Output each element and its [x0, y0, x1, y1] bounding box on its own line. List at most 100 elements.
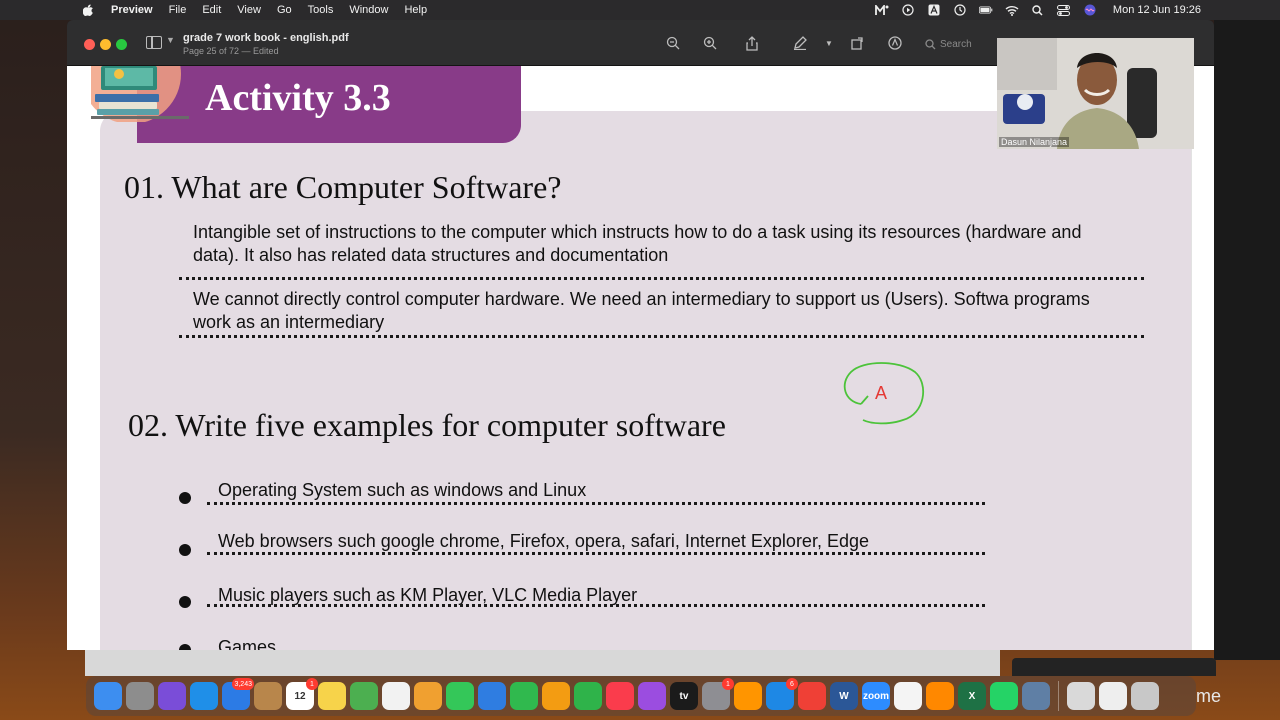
- dock: 3,243 12 1 tv 1 6 Wzoom X: [86, 676, 1196, 716]
- menu-go[interactable]: Go: [269, 0, 300, 20]
- menu-view[interactable]: View: [229, 0, 269, 20]
- search-icon: [925, 38, 936, 49]
- dock-app-screen-share-icon[interactable]: [1022, 682, 1050, 710]
- dock-app-reminders-icon[interactable]: [382, 682, 410, 710]
- dock-app-books-icon[interactable]: [734, 682, 762, 710]
- list-bullet: [179, 492, 191, 504]
- dock-app-zoom-icon[interactable]: zoom: [862, 682, 890, 710]
- menu-bar-clock[interactable]: Mon 12 Jun 19:26: [1113, 4, 1201, 16]
- activity-title: Activity 3.3: [205, 77, 391, 119]
- notification-badge: 6: [786, 678, 798, 690]
- dock-app-documents-stack-icon[interactable]: [1067, 682, 1095, 710]
- text-icon[interactable]: [927, 4, 941, 16]
- dock-app-app-store-icon[interactable]: 6: [766, 678, 798, 710]
- dock-app-pages-icon[interactable]: [542, 682, 570, 710]
- annotate-icon[interactable]: [887, 35, 903, 51]
- dock-app-podcasts-icon[interactable]: [638, 682, 666, 710]
- play-icon[interactable]: [901, 4, 915, 16]
- menu-app-name[interactable]: Preview: [97, 0, 161, 20]
- minimize-window-button[interactable]: [100, 39, 111, 50]
- question-1-answer-1: Intangible set of instructions to the co…: [193, 222, 1082, 265]
- list-bullet: [179, 544, 191, 556]
- zoom-out-icon[interactable]: [665, 35, 681, 51]
- dock-overflow-text: me: [1196, 686, 1222, 706]
- list-item-1: Operating System such as windows and Lin…: [218, 480, 587, 500]
- rotate-icon[interactable]: [849, 35, 865, 51]
- menu-window[interactable]: Window: [341, 0, 396, 20]
- background-window-strip: [1214, 20, 1280, 660]
- list-bullet: [179, 596, 191, 608]
- sidebar-toggle-icon[interactable]: [146, 36, 162, 49]
- list-item-4: Games: [218, 637, 277, 650]
- markup-pen-icon[interactable]: [792, 35, 808, 51]
- dock-app-notes-icon[interactable]: [318, 682, 346, 710]
- battery-icon[interactable]: [978, 4, 993, 16]
- wifi-icon[interactable]: [1005, 4, 1019, 16]
- list-item-2: Web browsers such google chrome, Firefox…: [218, 531, 869, 551]
- dock-app-downloads-stack-icon[interactable]: [1099, 682, 1127, 710]
- dock-app-mail-icon[interactable]: 3,243: [222, 678, 254, 710]
- dock-app-trash-icon[interactable]: [1131, 682, 1159, 710]
- dock-app-system-settings-icon[interactable]: 1: [702, 678, 734, 710]
- control-center-icon[interactable]: [1057, 4, 1071, 16]
- siri-icon[interactable]: [1083, 4, 1097, 16]
- dock-app-numbers-icon[interactable]: [574, 682, 602, 710]
- dock-app-excel-icon[interactable]: X: [958, 682, 986, 710]
- menu-edit[interactable]: Edit: [194, 0, 229, 20]
- dock-app-safari-icon[interactable]: [190, 682, 218, 710]
- menu-tools[interactable]: Tools: [300, 0, 342, 20]
- markup-chevron-down-icon[interactable]: ▼: [821, 35, 837, 51]
- status-area: Mon 12 Jun 19:26: [875, 0, 1201, 20]
- question-2-heading: 02. Write five examples for computer sof…: [128, 407, 726, 443]
- dock-app-finder-icon[interactable]: [94, 682, 122, 710]
- dock-app-label: 12: [294, 690, 306, 702]
- spotlight-search-icon[interactable]: [1031, 4, 1045, 16]
- dock-app-maps-icon[interactable]: [350, 682, 378, 710]
- dock-app-photos-icon[interactable]: [414, 682, 442, 710]
- dock-app-keynote-icon[interactable]: [478, 682, 506, 710]
- question-1-answer-2: We cannot directly control computer hard…: [193, 289, 1090, 332]
- clock-icon[interactable]: [953, 4, 967, 16]
- share-icon[interactable]: [744, 35, 760, 51]
- answer-dotted-line: [207, 604, 985, 607]
- list-item-3: Music players such as KM Player, VLC Med…: [218, 585, 638, 605]
- computer-books-illustration-icon: [91, 66, 189, 122]
- dock-app-facetime-icon[interactable]: [510, 682, 538, 710]
- dock-app-calendar-icon[interactable]: 12 1: [286, 678, 318, 710]
- menu-help[interactable]: Help: [396, 0, 435, 20]
- participant-video[interactable]: Dasun Nilanjana: [997, 38, 1194, 149]
- dock-app-word-icon[interactable]: W: [830, 682, 858, 710]
- dock-app-siri-icon[interactable]: [158, 682, 186, 710]
- menu-file[interactable]: File: [161, 0, 195, 20]
- fullscreen-window-button[interactable]: [116, 39, 127, 50]
- pdf-page[interactable]: Activity 3.3 01. What are Computer Softw…: [67, 66, 1191, 650]
- apple-menu-icon[interactable]: [79, 0, 97, 20]
- meet-icon[interactable]: [875, 4, 889, 16]
- dock-app-tv-icon[interactable]: tv: [670, 682, 698, 710]
- dock-app-messages-icon[interactable]: [446, 682, 474, 710]
- page-scroll-area[interactable]: [1191, 66, 1214, 650]
- dock-app-label: W: [839, 690, 849, 702]
- dock-app-vlc-icon[interactable]: [926, 682, 954, 710]
- notification-badge: 1: [722, 678, 734, 690]
- chevron-down-icon[interactable]: ▼: [166, 35, 175, 45]
- background-window: [85, 650, 1000, 676]
- list-bullet: [179, 644, 191, 650]
- search-field[interactable]: Search: [925, 34, 1005, 54]
- close-window-button[interactable]: [84, 39, 95, 50]
- dock-separator: [1058, 681, 1059, 711]
- zoom-in-icon[interactable]: [702, 35, 718, 51]
- handwritten-annotation-circle: A: [843, 362, 924, 425]
- dock-app-anydesk-icon[interactable]: [798, 682, 826, 710]
- dock-app-whatsapp-icon[interactable]: [990, 682, 1018, 710]
- dock-app-chrome-icon[interactable]: [894, 682, 922, 710]
- document-title: grade 7 work book - english.pdf: [183, 32, 349, 44]
- dock-app-launchpad-icon[interactable]: [126, 682, 154, 710]
- dock-app-label: tv: [679, 690, 689, 702]
- notification-badge: 1: [306, 678, 318, 690]
- notification-badge: 3,243: [232, 678, 254, 690]
- menu-bar: Preview File Edit View Go Tools Window H…: [0, 0, 1280, 20]
- dock-app-music-icon[interactable]: [606, 682, 634, 710]
- answer-dotted-line: [207, 502, 985, 505]
- dock-app-contacts-icon[interactable]: [254, 682, 282, 710]
